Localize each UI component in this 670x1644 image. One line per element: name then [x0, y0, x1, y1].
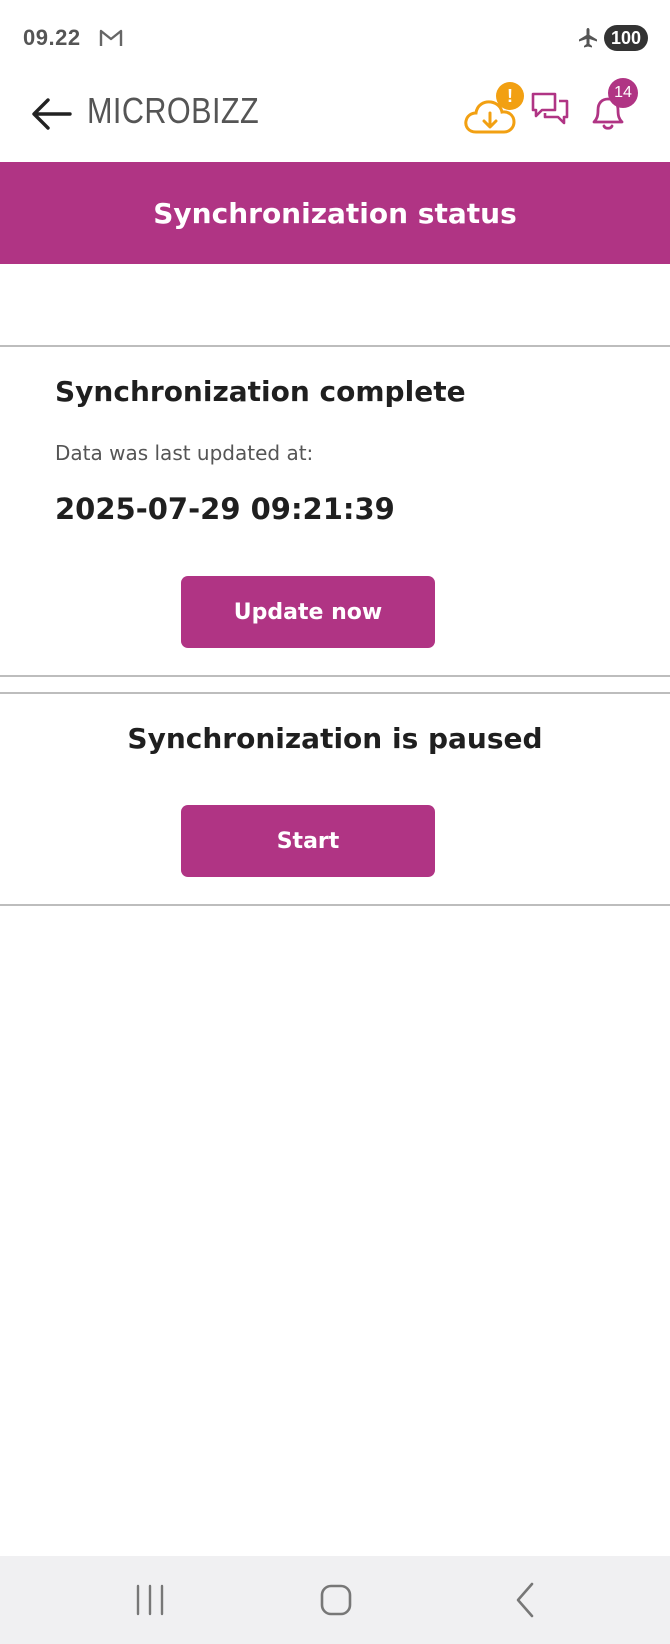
- notifications-button[interactable]: 14: [588, 76, 640, 136]
- recents-icon[interactable]: [128, 1578, 172, 1622]
- back-nav-icon[interactable]: [504, 1578, 548, 1622]
- divider: [0, 345, 670, 347]
- battery-badge: 100: [604, 25, 648, 51]
- divider: [0, 675, 670, 677]
- app-title: MICROBIZZ: [87, 90, 260, 131]
- status-time: 09.22: [23, 25, 81, 50]
- warning-badge: !: [496, 82, 524, 110]
- last-updated-label: Data was last updated at:: [55, 441, 314, 465]
- notification-count-badge: 14: [608, 78, 638, 108]
- gmail-icon: [99, 29, 123, 46]
- sync-complete-title: Synchronization complete: [55, 375, 466, 408]
- airplane-icon: [579, 28, 597, 48]
- status-bar: 09.22 100: [0, 0, 670, 76]
- divider: [0, 692, 670, 694]
- system-nav-bar: [0, 1556, 670, 1644]
- cloud-sync-button[interactable]: !: [462, 82, 530, 138]
- divider: [0, 904, 670, 906]
- app-bar: MICROBIZZ ! 14: [0, 76, 670, 162]
- page-title: Synchronization status: [153, 196, 517, 230]
- arrow-left-icon[interactable]: [28, 90, 76, 138]
- sync-paused-title: Synchronization is paused: [127, 722, 543, 755]
- update-now-button[interactable]: Update now: [181, 576, 435, 648]
- page-header: Synchronization status: [0, 162, 670, 264]
- last-updated-timestamp: 2025-07-29 09:21:39: [55, 492, 395, 526]
- home-icon[interactable]: [314, 1578, 358, 1622]
- chat-icon[interactable]: [530, 90, 570, 128]
- start-button[interactable]: Start: [181, 805, 435, 877]
